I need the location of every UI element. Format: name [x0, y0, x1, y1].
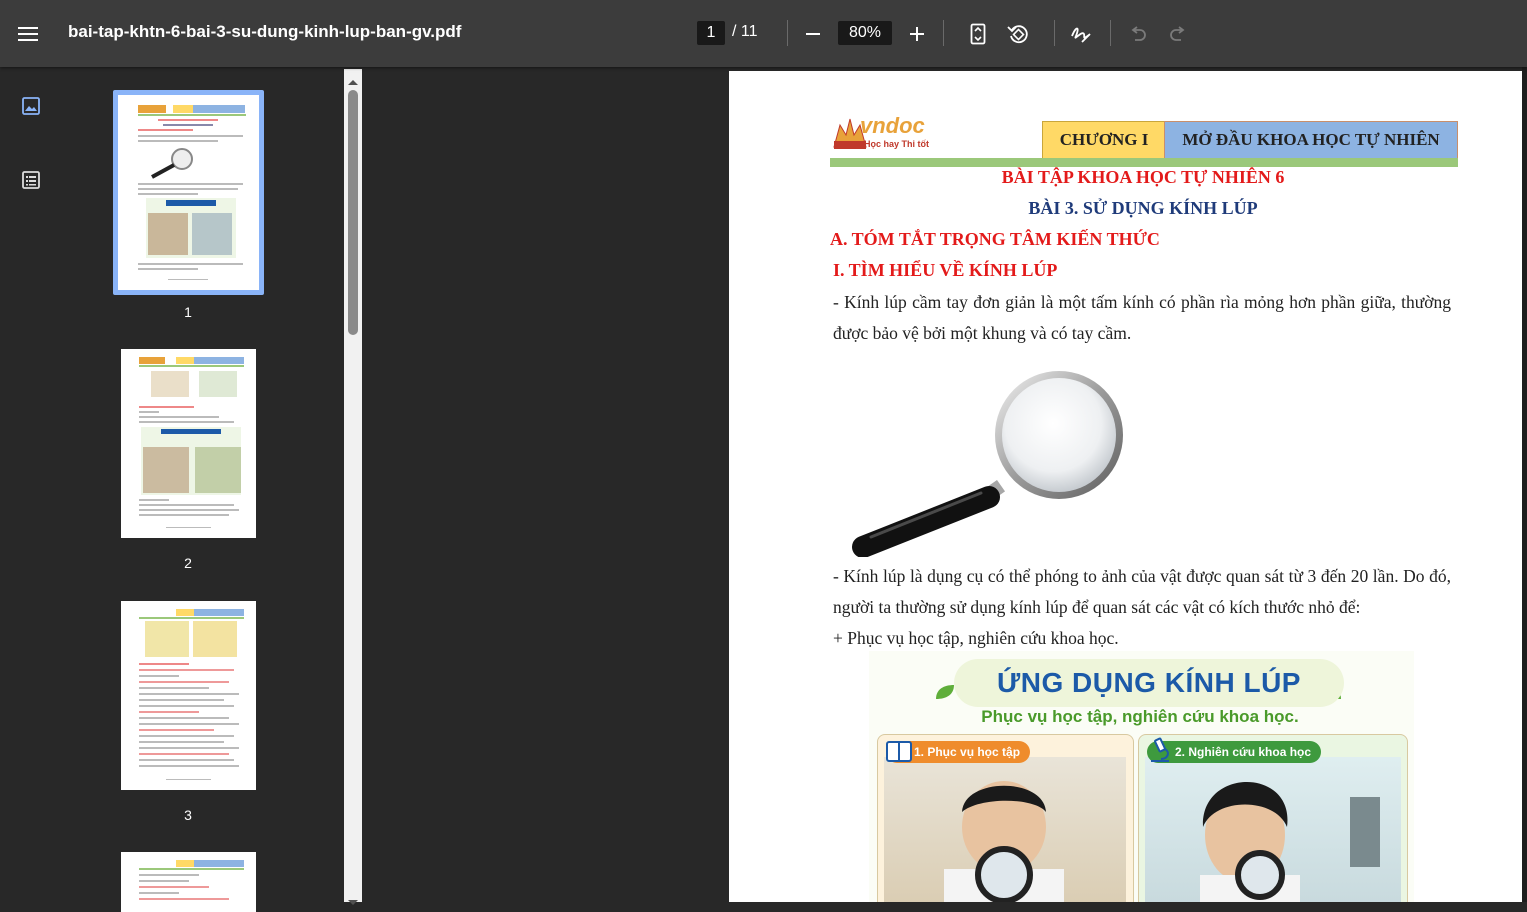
pdf-page-1: vndoc Học hay Thi tốt CHƯƠNG I MỞ ĐẦU KH…	[729, 71, 1522, 902]
hamburger-menu-icon[interactable]	[10, 16, 46, 52]
thumbnail-view-icon[interactable]	[18, 93, 44, 119]
outline-view-icon[interactable]	[18, 167, 44, 193]
redo-icon[interactable]	[1160, 16, 1196, 52]
zoom-out-icon[interactable]	[795, 16, 831, 52]
infographic-card-study: 1. Phục vụ học tập	[877, 734, 1134, 902]
toolbar-divider	[1110, 20, 1111, 46]
infographic-card-research: 2. Nghiên cứu khoa học	[1138, 734, 1408, 902]
thumbnail-page-4[interactable]	[121, 852, 256, 912]
magnifying-glass-image	[841, 367, 1141, 558]
rotate-icon[interactable]	[1000, 16, 1036, 52]
paragraph-1: - Kính lúp cầm tay đơn giản là một tấm k…	[833, 292, 1451, 343]
chapter-title: MỞ ĐẦU KHOA HỌC TỰ NHIÊN	[1164, 121, 1458, 159]
header-divider	[830, 158, 1458, 167]
microscope-icon	[1147, 737, 1173, 768]
main-scrollbar[interactable]	[1522, 67, 1527, 902]
lesson-heading: BÀI 3. SỬ DỤNG KÍNH LÚP	[1028, 198, 1258, 218]
logo-tagline: Học hay Thi tốt	[864, 139, 929, 149]
thumbnail-page-1[interactable]	[118, 95, 259, 290]
zoom-level-input[interactable]: 80%	[838, 21, 892, 45]
section-1-heading: I. TÌM HIỂU VỀ KÍNH LÚP	[833, 260, 1058, 280]
scroll-down-arrow-icon[interactable]	[347, 894, 359, 912]
vndoc-logo: vndoc Học hay Thi tốt	[830, 113, 935, 153]
toolbar-divider	[1054, 20, 1055, 46]
thumbnail-label: 1	[184, 304, 192, 320]
thumbnail-page-2[interactable]	[121, 349, 256, 538]
document-heading: BÀI TẬP KHOA HỌC TỰ NHIÊN 6	[1001, 167, 1285, 187]
leaf-icon	[934, 683, 956, 706]
infographic-title: ỨNG DỤNG KÍNH LÚP	[954, 659, 1344, 707]
thumbnail-page-3[interactable]	[121, 601, 256, 790]
book-icon	[886, 739, 912, 768]
scroll-up-arrow-icon[interactable]	[347, 73, 359, 91]
toolbar-divider	[943, 20, 944, 46]
thumbnail-label: 2	[184, 555, 192, 571]
document-title: bai-tap-khtn-6-bai-3-su-dung-kinh-lup-ba…	[68, 22, 462, 41]
logo-text: vndoc	[860, 113, 925, 138]
toolbar-divider	[787, 20, 788, 46]
annotate-icon[interactable]	[1063, 16, 1099, 52]
sidebar-scrollbar-thumb[interactable]	[348, 90, 358, 335]
undo-icon[interactable]	[1120, 16, 1156, 52]
page-total: / 11	[732, 23, 758, 40]
zoom-in-icon[interactable]	[899, 16, 935, 52]
section-a-heading: A. TÓM TẮT TRỌNG TÂM KIẾN THỨC	[830, 229, 1160, 249]
infographic-subtitle: Phục vụ học tập, nghiên cứu khoa học.	[981, 707, 1299, 726]
thumbnail-label: 3	[184, 807, 192, 823]
page-number-input[interactable]: 1	[697, 21, 725, 45]
pdf-toolbar: bai-tap-khtn-6-bai-3-su-dung-kinh-lup-ba…	[0, 0, 1527, 67]
fit-page-icon[interactable]	[960, 16, 996, 52]
card-tag-research: 2. Nghiên cứu khoa học	[1147, 741, 1322, 763]
paragraph-3: + Phục vụ học tập, nghiên cứu khoa học.	[833, 628, 1119, 648]
paragraph-2: - Kính lúp là dụng cụ có thể phóng to ản…	[833, 566, 1451, 617]
chapter-label: CHƯƠNG I	[1042, 121, 1166, 159]
